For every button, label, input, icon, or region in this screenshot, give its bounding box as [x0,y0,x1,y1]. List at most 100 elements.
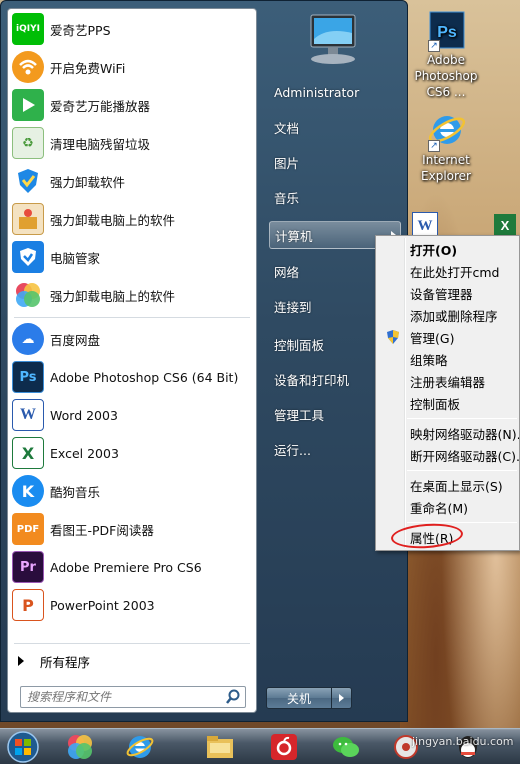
menu-item-label: Administrator [274,84,360,100]
shutdown-button[interactable]: 关机 [266,687,332,709]
word-icon[interactable]: W [412,212,438,236]
program-label: 强力卸载电脑上的软件 [50,212,176,228]
ctx-label: 重命名(M) [410,500,469,516]
program-uninstall[interactable]: 强力卸载软件 [8,163,256,199]
menu-item-label: 图片 [274,155,300,171]
ctx-control-panel[interactable]: 控制面板 [378,392,519,414]
monitor-icon[interactable] [297,9,367,71]
start-menu: iQIYI 爱奇艺PPS 开启免费WiFi 爱奇艺万能播放器 ♻ 清理电脑残留垃… [0,0,408,722]
ctx-open[interactable]: 打开(O) [378,238,519,260]
desktop-icon-label: Adobe Photoshop CS6 ... [414,53,478,99]
program-label: Adobe Photoshop CS6 (64 Bit) [50,369,239,385]
program-iqiyi-player[interactable]: 爱奇艺万能播放器 [8,87,256,123]
menu-item-administrator[interactable]: Administrator [269,78,401,106]
ctx-separator [407,470,517,471]
menu-item-label: 设备和打印机 [274,372,350,388]
program-premiere[interactable]: Pr Adobe Premiere Pro CS6 [8,549,256,585]
ctx-label: 管理(G) [410,330,455,346]
program-word[interactable]: W Word 2003 [8,397,256,433]
ctx-group-policy[interactable]: 组策略 [378,348,519,370]
start-button[interactable] [4,730,42,764]
program-photoshop[interactable]: Ps Adobe Photoshop CS6 (64 Bit) [8,359,256,395]
wechat-icon[interactable] [330,732,362,762]
shield-icon [12,241,44,273]
watermark: jingyan.baidu.com [412,735,514,748]
ctx-label: 添加或删除程序 [410,308,498,324]
uac-shield-icon [386,330,400,344]
pdf-icon: PDF [12,513,44,545]
desktop-icon-photoshop[interactable]: Ps ↗ Adobe Photoshop CS6 ... [406,10,486,100]
ctx-registry-editor[interactable]: 注册表编辑器 [378,370,519,392]
cloud-icon: ☁ [12,323,44,355]
menu-item-music[interactable]: 音乐 [269,183,401,211]
all-programs-button[interactable]: 所有程序 [8,649,256,673]
program-clean-junk[interactable]: ♻ 清理电脑残留垃圾 [8,125,256,161]
excel-icon: X [12,437,44,469]
wifi-icon [12,51,44,83]
program-pc-manager[interactable]: 电脑管家 [8,239,256,275]
all-programs-label: 所有程序 [40,654,91,670]
menu-item-label: 管理工具 [274,407,325,423]
ctx-manage[interactable]: 管理(G) [378,326,519,348]
colorful-app-icon[interactable] [64,732,96,762]
search-box [20,686,246,708]
netease-music-icon[interactable] [268,732,300,762]
arrow-right-icon [18,656,24,666]
program-label: 电脑管家 [50,250,101,266]
program-uninstall-pc-2[interactable]: 强力卸载电脑上的软件 [8,277,256,313]
ctx-add-remove-programs[interactable]: 添加或删除程序 [378,304,519,326]
ctx-show-on-desktop[interactable]: 在桌面上显示(S) [378,474,519,496]
program-kugou[interactable]: K 酷狗音乐 [8,473,256,509]
program-label: 看图王-PDF阅读器 [50,522,154,538]
program-label: Excel 2003 [50,445,119,461]
svg-text:W: W [418,218,433,234]
menu-item-label: 计算机 [275,228,313,244]
shutdown-group: 关机 [266,687,352,709]
svg-text:X: X [501,218,510,233]
search-icon[interactable] [224,688,242,706]
programs-pane: iQIYI 爱奇艺PPS 开启免费WiFi 爱奇艺万能播放器 ♻ 清理电脑残留垃… [7,8,257,713]
program-label: 清理电脑残留垃圾 [50,136,151,152]
program-label: 百度网盘 [50,332,101,348]
ctx-label: 控制面板 [410,396,461,412]
premiere-icon: Pr [12,551,44,583]
folder-icon[interactable] [204,732,236,762]
desktop-icon-label: Internet Explorer [421,153,471,183]
powerpoint-icon: P [12,589,44,621]
shutdown-options-button[interactable] [332,687,352,709]
program-free-wifi[interactable]: 开启免费WiFi [8,49,256,85]
ctx-rename[interactable]: 重命名(M) [378,496,519,518]
ctx-disconnect-network-drive[interactable]: 断开网络驱动器(C)... [378,444,519,466]
program-iqiyi-pps[interactable]: iQIYI 爱奇艺PPS [8,11,256,47]
ctx-open-cmd[interactable]: 在此处打开cmd [378,260,519,282]
ctx-device-manager[interactable]: 设备管理器 [378,282,519,304]
photoshop-icon: Ps [12,361,44,393]
player-icon [12,89,44,121]
program-label: 酷狗音乐 [50,484,101,500]
ie-icon[interactable] [124,732,156,762]
program-label: 爱奇艺PPS [50,22,111,38]
iqiyi-icon: iQIYI [12,13,44,45]
program-baidu-netdisk[interactable]: ☁ 百度网盘 [8,321,256,357]
program-label: Adobe Premiere Pro CS6 [50,559,202,575]
ctx-label: 断开网络驱动器(C)... [410,448,519,464]
program-powerpoint[interactable]: P PowerPoint 2003 [8,587,256,623]
program-excel[interactable]: X Excel 2003 [8,435,256,471]
desktop-icon-ie[interactable]: ↗ Internet Explorer [406,110,486,184]
all-programs-separator [14,643,250,644]
search-input[interactable] [27,688,224,706]
menu-item-pictures[interactable]: 图片 [269,148,401,176]
program-label: 强力卸载电脑上的软件 [50,288,176,304]
photoshop-icon: Ps ↗ [426,10,466,52]
kugou-icon: K [12,475,44,507]
ctx-map-network-drive[interactable]: 映射网络驱动器(N)... [378,422,519,444]
program-label: 强力卸载软件 [50,174,126,190]
program-pdf-reader[interactable]: PDF 看图王-PDF阅读器 [8,511,256,547]
program-label: Word 2003 [50,407,118,423]
excel-icon[interactable]: X [494,214,516,236]
pinned-separator [14,317,250,318]
ctx-separator [407,418,517,419]
ctx-label: 在桌面上显示(S) [410,478,503,494]
program-uninstall-pc[interactable]: 强力卸载电脑上的软件 [8,201,256,237]
menu-item-documents[interactable]: 文档 [269,113,401,141]
